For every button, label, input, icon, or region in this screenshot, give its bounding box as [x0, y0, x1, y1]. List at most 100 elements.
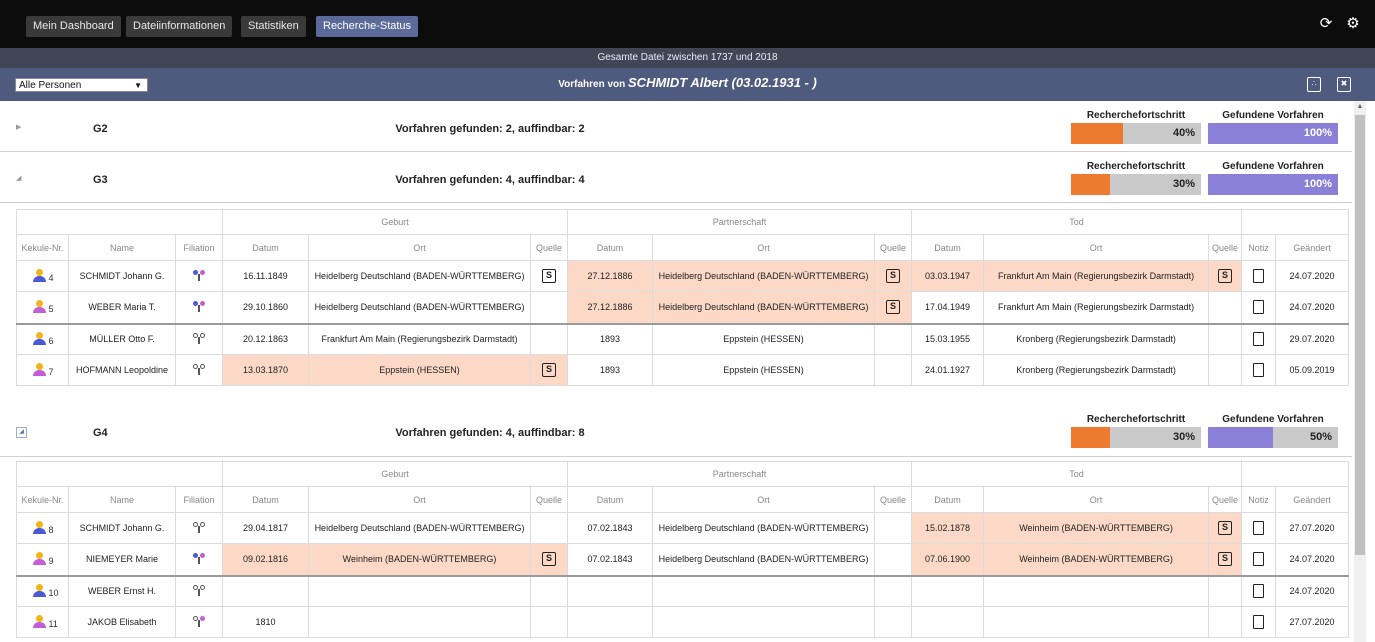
name-cell[interactable]: WEBER Ernst H.: [68, 574, 176, 607]
note-icon[interactable]: [1253, 552, 1265, 567]
found-ancestors-percent: 100%: [1303, 127, 1332, 139]
column-header[interactable]: Ort: [983, 486, 1210, 513]
source-icon[interactable]: S: [542, 269, 557, 283]
note-icon[interactable]: [1253, 521, 1265, 535]
column-header[interactable]: Datum: [222, 234, 310, 261]
source-icon[interactable]: S: [1218, 269, 1233, 283]
column-header[interactable]: Quelle: [530, 486, 569, 513]
table-row[interactable]: 11 JAKOB Elisabeth 1810 27.07.2020: [16, 606, 1350, 638]
column-header[interactable]: Kekule-Nr.: [16, 234, 69, 261]
column-header[interactable]: Filiation: [174, 234, 224, 261]
column-header[interactable]: Ort: [308, 486, 532, 513]
filiation-icon[interactable]: [192, 553, 206, 565]
found-ancestors-label: Gefundene Vorfahren: [1222, 110, 1324, 121]
filiation-icon[interactable]: [192, 585, 206, 597]
table-row[interactable]: 5 WEBER Maria T. 29.10.1860 Heidelberg Deut…: [16, 291, 1350, 324]
birth-place-cell: [308, 606, 532, 638]
column-header[interactable]: Quelle: [1208, 234, 1243, 261]
note-icon[interactable]: [1253, 615, 1265, 629]
column-header[interactable]: Ort: [652, 486, 876, 513]
name-cell[interactable]: MÜLLER Otto F.: [68, 322, 176, 355]
note-icon[interactable]: [1253, 584, 1265, 599]
source-icon[interactable]: S: [542, 363, 557, 377]
vertical-scrollbar[interactable]: ▲: [1354, 101, 1366, 642]
column-header[interactable]: Geändert: [1275, 486, 1350, 513]
column-header[interactable]: Name: [68, 486, 176, 513]
table-row[interactable]: 8 SCHMIDT Johann G. 29.04.1817 Heidelberg D…: [16, 512, 1350, 544]
note-icon[interactable]: [1253, 269, 1265, 283]
note-cell: [1241, 322, 1277, 355]
column-header[interactable]: Datum: [222, 486, 310, 513]
filiation-mother-dot: [200, 364, 205, 369]
person-icon: 5: [32, 300, 54, 314]
excel-export-icon[interactable]: ✖: [1337, 77, 1351, 92]
header-group-geburt: Geburt: [222, 461, 569, 487]
column-header[interactable]: Quelle: [530, 234, 569, 261]
note-icon[interactable]: [1253, 332, 1265, 347]
column-header[interactable]: Quelle: [874, 486, 913, 513]
table-row[interactable]: 10 WEBER Ernst H. 24.07.2020: [16, 574, 1350, 607]
nav-mein-dashboard[interactable]: Mein Dashboard: [26, 16, 121, 37]
partnership-date-cell: 27.12.1886: [567, 291, 654, 324]
birth-source-cell: [530, 322, 569, 355]
note-icon[interactable]: [1253, 363, 1265, 377]
scrollbar-thumb[interactable]: [1355, 115, 1365, 555]
column-header[interactable]: Ort: [308, 234, 532, 261]
refresh-icon[interactable]: ⟳: [1316, 14, 1336, 34]
table-group-header-row: Geburt Partnerschaft Tod: [15, 209, 1350, 235]
column-header[interactable]: Quelle: [1208, 486, 1243, 513]
table-column-header-row: Kekule-Nr. Name Filiation Datum Ort Quelle Dat…: [16, 486, 1350, 513]
name-cell[interactable]: SCHMIDT Johann G.: [68, 260, 176, 292]
column-header[interactable]: Datum: [567, 234, 654, 261]
column-header[interactable]: Datum: [911, 486, 985, 513]
note-icon[interactable]: [1253, 300, 1265, 315]
person-icon-torso: [32, 307, 46, 314]
source-icon[interactable]: S: [1218, 552, 1233, 567]
table-row[interactable]: 7 HOFMANN Leopoldine 13.03.1870 Eppstein (H…: [16, 354, 1350, 386]
column-header[interactable]: Notiz: [1241, 234, 1277, 261]
source-icon[interactable]: S: [542, 552, 557, 567]
nav-recherche-status[interactable]: Recherche-Status: [316, 16, 419, 37]
filiation-icon[interactable]: [192, 270, 206, 282]
column-header[interactable]: Quelle: [874, 234, 913, 261]
gear-icon[interactable]: ⚙: [1343, 14, 1363, 34]
column-header[interactable]: Notiz: [1241, 486, 1277, 513]
column-header[interactable]: Datum: [911, 234, 985, 261]
person-icon-head: [35, 332, 43, 340]
table-row[interactable]: 4 SCHMIDT Johann G. 16.11.1849 Heidelberg D…: [16, 260, 1350, 292]
filiation-cell: [174, 260, 224, 292]
column-header[interactable]: Datum: [567, 486, 654, 513]
source-icon[interactable]: S: [1218, 521, 1233, 535]
scroll-up-icon[interactable]: ▲: [1354, 103, 1366, 110]
name-cell[interactable]: SCHMIDT Johann G.: [68, 512, 176, 544]
table-row[interactable]: 9 NIEMEYER Marie 09.02.1816 Weinheim (BADEN…: [16, 543, 1350, 576]
name-cell[interactable]: JAKOB Elisabeth: [68, 606, 176, 638]
column-header[interactable]: Ort: [652, 234, 876, 261]
kekule-cell: 5: [16, 291, 69, 324]
pdf-export-icon[interactable]: ∴: [1307, 77, 1321, 92]
name-cell[interactable]: WEBER Maria T.: [68, 291, 176, 324]
person-icon: 4: [32, 269, 54, 283]
person-icon-head: [35, 552, 43, 560]
nav-statistiken[interactable]: Statistiken: [241, 16, 306, 37]
name-cell[interactable]: NIEMEYER Marie: [68, 543, 176, 576]
filiation-icon[interactable]: [192, 364, 206, 376]
ancestor-table-g4: Geburt Partnerschaft Tod Kekule-Nr. Name Fili…: [15, 461, 1350, 638]
column-header[interactable]: Kekule-Nr.: [16, 486, 69, 513]
column-header[interactable]: Filiation: [174, 486, 224, 513]
source-icon[interactable]: S: [886, 300, 901, 315]
filiation-icon[interactable]: [192, 616, 206, 628]
column-header[interactable]: Name: [68, 234, 176, 261]
name-cell[interactable]: HOFMANN Leopoldine: [68, 354, 176, 386]
nav-dateiinformationen[interactable]: Dateiinformationen: [126, 16, 233, 37]
filiation-icon[interactable]: [192, 522, 206, 534]
column-header[interactable]: Ort: [983, 234, 1210, 261]
table-row[interactable]: 6 MÜLLER Otto F. 20.12.1863 Frankfurt Am Ma…: [16, 322, 1350, 355]
filiation-icon[interactable]: [192, 301, 206, 313]
source-icon[interactable]: S: [886, 269, 901, 283]
partnership-date-cell: 1893: [567, 322, 654, 355]
filiation-mother-dot: [200, 270, 205, 275]
header-group-partnerschaft: Partnerschaft: [567, 461, 913, 487]
column-header[interactable]: Geändert: [1275, 234, 1350, 261]
filiation-icon[interactable]: [192, 333, 206, 345]
